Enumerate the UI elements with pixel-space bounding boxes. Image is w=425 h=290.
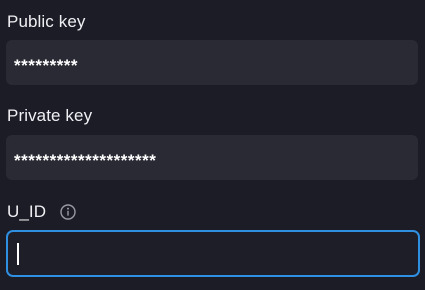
private-key-value: ******************** bbox=[14, 150, 157, 170]
u-id-label-row: U_ID bbox=[7, 202, 76, 222]
u-id-input[interactable] bbox=[8, 232, 418, 275]
api-credentials-form: Public key ********* Private key *******… bbox=[0, 0, 425, 290]
public-key-field[interactable]: ********* bbox=[6, 40, 418, 85]
text-caret bbox=[17, 243, 19, 265]
u-id-field[interactable] bbox=[6, 230, 420, 277]
private-key-label: Private key bbox=[7, 106, 93, 125]
info-circle-icon[interactable] bbox=[60, 204, 76, 220]
public-key-value: ********* bbox=[14, 55, 79, 75]
private-key-field[interactable]: ******************** bbox=[6, 135, 418, 180]
public-key-label: Public key bbox=[7, 12, 86, 31]
u-id-label: U_ID bbox=[7, 202, 47, 221]
